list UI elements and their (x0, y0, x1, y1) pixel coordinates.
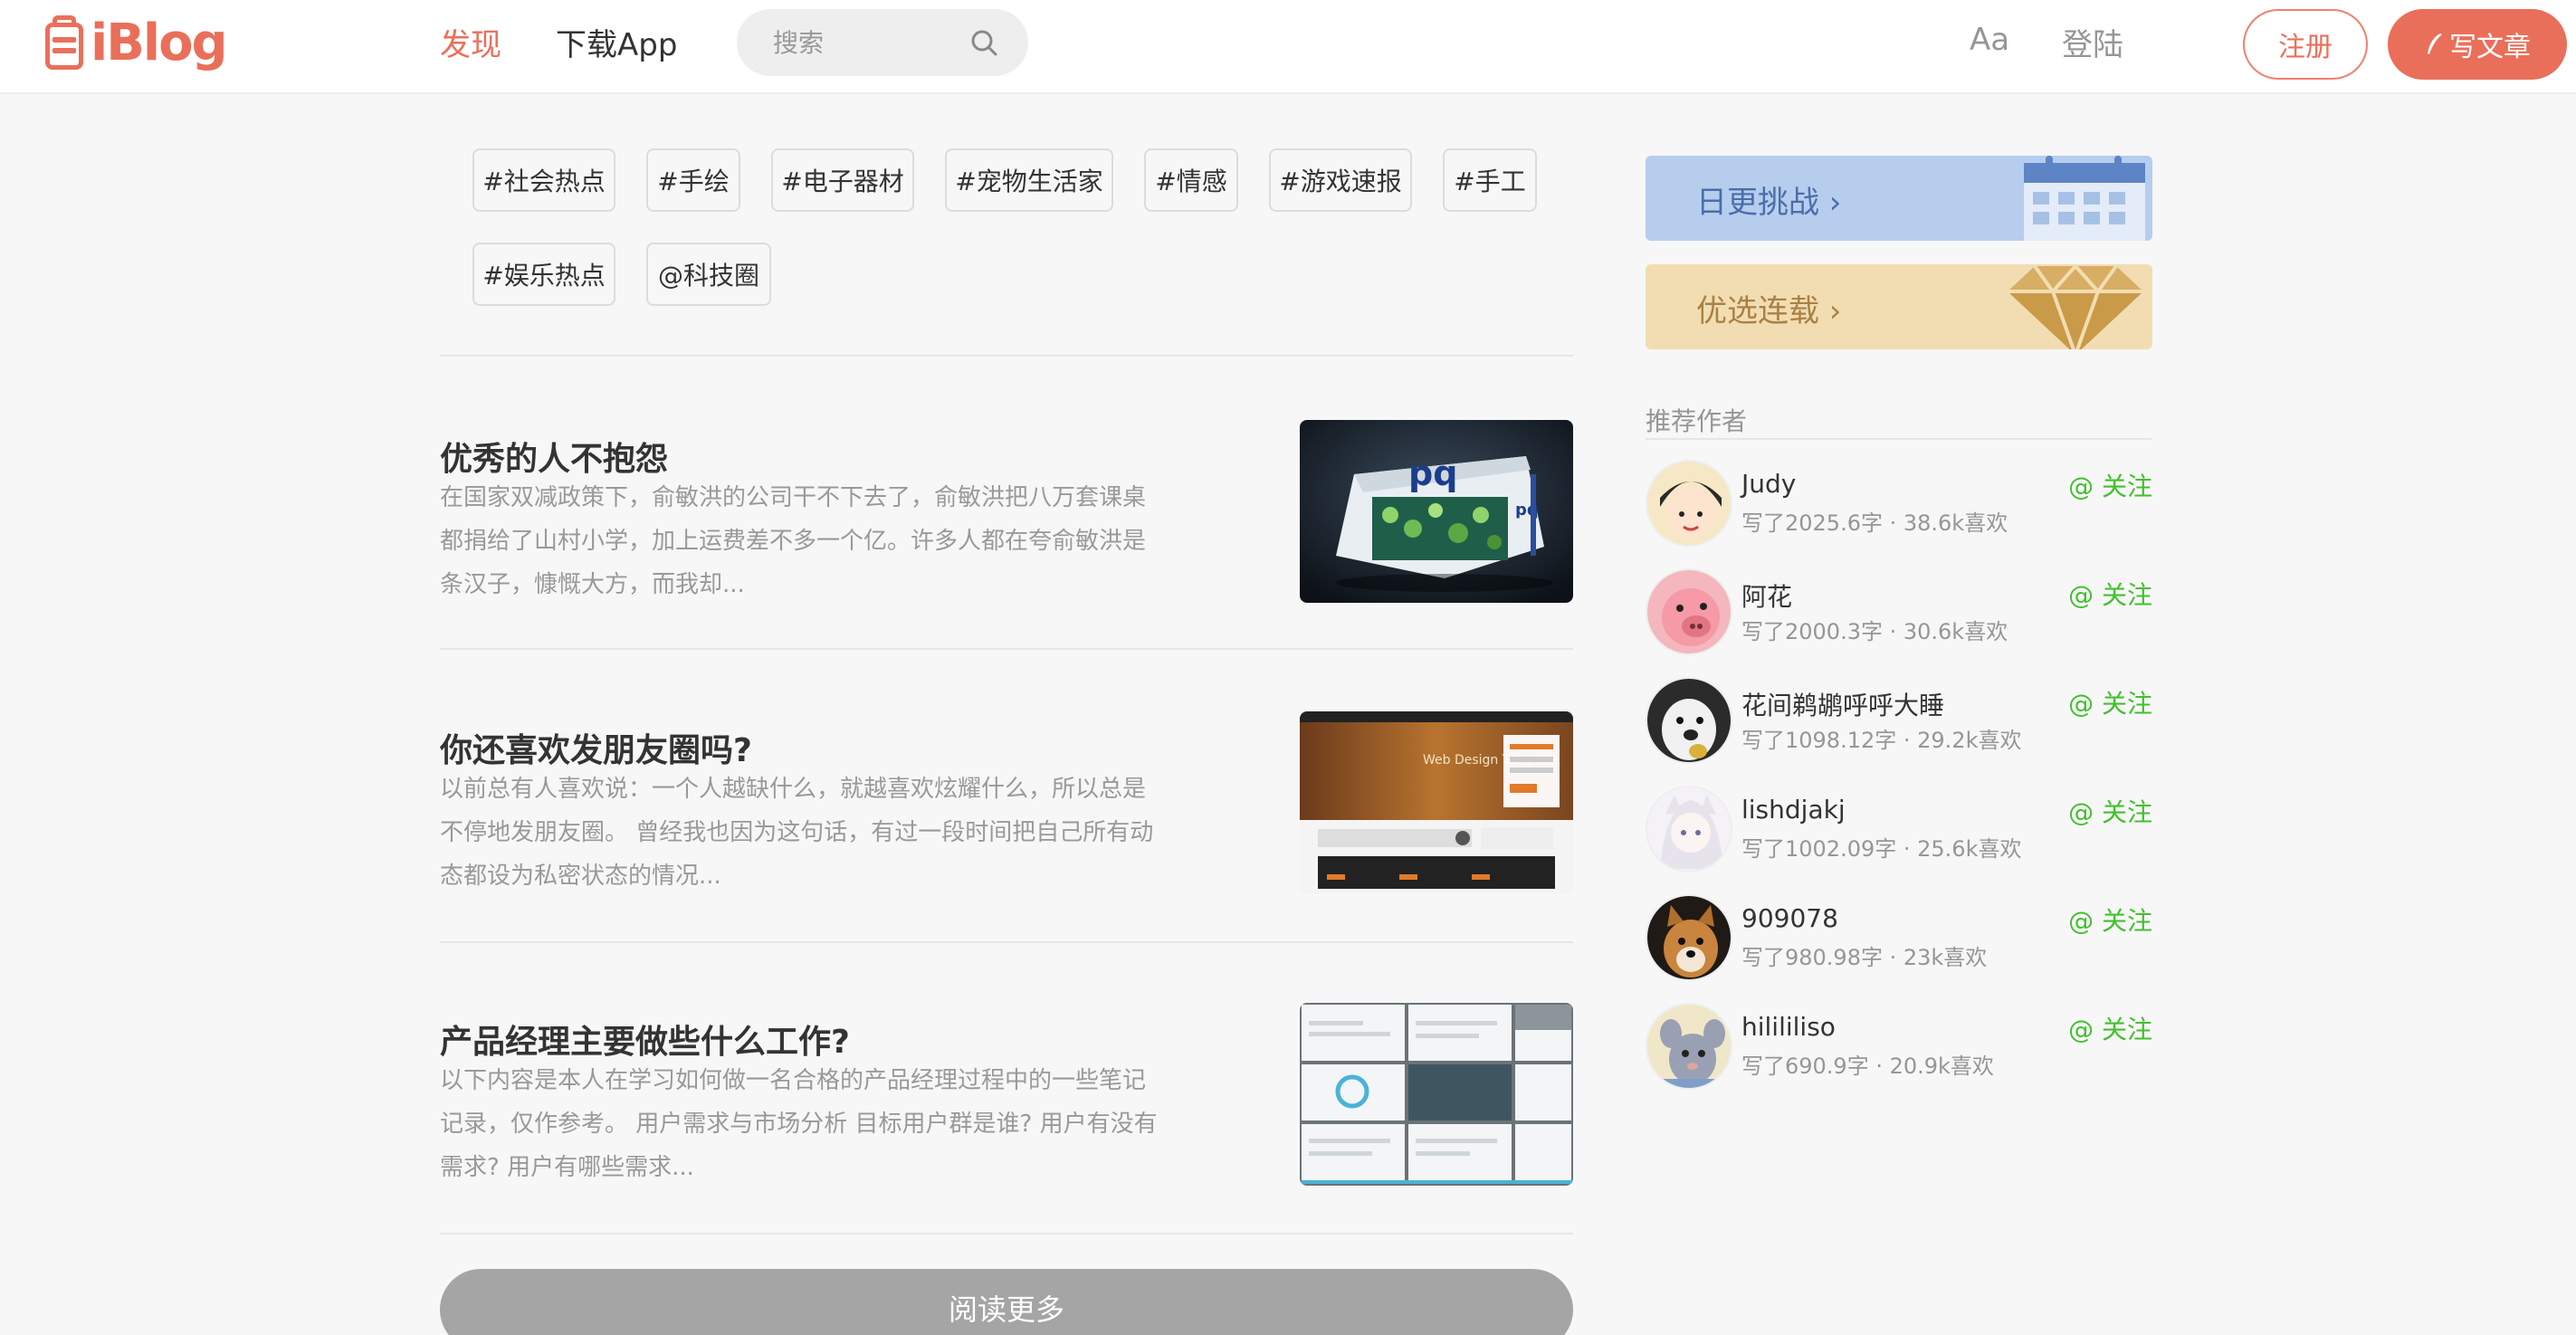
article-item[interactable]: 优秀的人不抱怨 在国家双减政策下，俞敏洪的公司干不下去了，俞敏洪把八万套课桌都捐… (440, 420, 1573, 634)
author-item: 909078 写了980.98字 · 23k喜欢 @ 关注 (1646, 894, 2152, 981)
article-abstract: 在国家双减政策下，俞敏洪的公司干不下去了，俞敏洪把八万套课桌都捐给了山村小学，加… (440, 484, 1147, 598)
follow-button[interactable]: @ 关注 (2068, 1010, 2152, 1046)
nav-download-app-link[interactable]: 下载App (556, 20, 677, 64)
search-icon[interactable] (970, 29, 997, 56)
author-item: 花间鹈鹕呼呼大睡 写了1098.12字 · 29.2k喜欢 @ 关注 (1646, 677, 2152, 764)
avatar[interactable] (1646, 460, 1732, 547)
topic-tag[interactable]: #游戏速报 (1269, 148, 1412, 212)
divider (440, 1233, 1573, 1235)
logo[interactable]: iBlog (42, 11, 228, 74)
write-article-label: 写文章 (2449, 32, 2531, 63)
author-item: Judy 写了2025.6字 · 38.6k喜欢 @ 关注 (1646, 460, 2152, 547)
nav-discover-link[interactable]: 发现 (440, 20, 501, 64)
board-daily-label: 日更挑战 › (1696, 185, 1842, 221)
font-size-toggle[interactable]: Aa (1970, 22, 2009, 58)
logo-text: iBlog (91, 13, 228, 72)
topic-tag[interactable]: #娱乐热点 (472, 243, 615, 306)
article-thumbnail[interactable] (1300, 1003, 1573, 1186)
follow-button[interactable]: @ 关注 (2068, 684, 2152, 720)
top-navbar: iBlog 发现 下载App Aa 登陆 注册 写文章 (0, 0, 2576, 94)
article-thumbnail[interactable]: pq pq (1300, 420, 1573, 603)
diamond-icon (2008, 264, 2143, 349)
author-item: 阿花 写了2000.3字 · 30.6k喜欢 @ 关注 (1646, 568, 2152, 655)
avatar[interactable] (1646, 677, 1732, 764)
divider (1646, 438, 2152, 440)
divider (440, 648, 1573, 650)
topic-tag[interactable]: #手绘 (646, 148, 740, 212)
avatar[interactable] (1646, 786, 1732, 873)
author-name[interactable]: Judy (1741, 469, 1796, 499)
board-series-label: 优选连载 › (1696, 293, 1842, 329)
author-stats: 写了2025.6字 · 38.6k喜欢 (1741, 510, 2008, 536)
register-button[interactable]: 注册 (2243, 9, 2368, 80)
divider (440, 355, 1573, 357)
write-article-button[interactable]: 写文章 (2388, 9, 2567, 80)
recommended-authors-title: 推荐作者 (1646, 406, 1748, 436)
author-stats: 写了1098.12字 · 29.2k喜欢 (1741, 728, 2022, 753)
author-item: lishdjakj 写了1002.09字 · 25.6k喜欢 @ 关注 (1646, 786, 2152, 873)
avatar[interactable] (1646, 1003, 1732, 1090)
author-name[interactable]: lishdjakj (1741, 795, 1846, 825)
board-featured-series[interactable]: 优选连载 › (1646, 264, 2152, 349)
divider (440, 941, 1573, 943)
follow-button[interactable]: @ 关注 (2068, 793, 2152, 829)
topic-tag[interactable]: #手工 (1443, 148, 1537, 212)
author-name[interactable]: 阿花 (1741, 577, 1792, 614)
article-abstract: 以前总有人喜欢说：一个人越缺什么，就越喜欢炫耀什么，所以总是不停地发朋友圈。 曾… (440, 776, 1154, 890)
article-title[interactable]: 你还喜欢发朋友圈吗? (440, 724, 752, 771)
topic-tag[interactable]: #电子器材 (771, 148, 914, 212)
author-stats: 写了1002.09字 · 25.6k喜欢 (1741, 836, 2022, 862)
author-name[interactable]: hilililiso (1741, 1012, 1836, 1042)
feather-pen-icon (2428, 33, 2442, 54)
topic-tag[interactable]: #宠物生活家 (945, 148, 1113, 212)
author-stats: 写了2000.3字 · 30.6k喜欢 (1741, 619, 2008, 644)
article-thumbnail[interactable]: Web Design Template (1300, 711, 1573, 894)
author-stats: 写了690.9字 · 20.9k喜欢 (1741, 1054, 1994, 1079)
read-more-button[interactable]: 阅读更多 (440, 1269, 1573, 1335)
follow-button[interactable]: @ 关注 (2068, 467, 2152, 503)
follow-button[interactable]: @ 关注 (2068, 576, 2152, 612)
topic-tag[interactable]: #情感 (1144, 148, 1238, 212)
topic-tag[interactable]: @科技圈 (646, 243, 771, 306)
search-input[interactable] (773, 9, 954, 76)
follow-button[interactable]: @ 关注 (2068, 901, 2152, 938)
svg-text:pq: pq (1408, 453, 1457, 493)
prototype-screens-image (1300, 1003, 1573, 1186)
logo-icon (42, 14, 87, 72)
article-item[interactable]: 你还喜欢发朋友圈吗? 以前总有人喜欢说：一个人越缺什么，就越喜欢炫耀什么，所以总… (440, 711, 1573, 925)
author-stats: 写了980.98字 · 23k喜欢 (1741, 945, 1988, 970)
board-daily-challenge[interactable]: 日更挑战 › (1646, 156, 2152, 241)
calendar-icon (2024, 156, 2145, 241)
article-title[interactable]: 产品经理主要做些什么工作? (440, 1016, 850, 1063)
author-name[interactable]: 909078 (1741, 903, 1838, 933)
login-link[interactable]: 登陆 (2062, 20, 2123, 64)
article-item[interactable]: 产品经理主要做些什么工作? 以下内容是本人在学习如何做一名合格的产品经理过程中的… (440, 1003, 1573, 1216)
avatar[interactable] (1646, 894, 1732, 981)
author-item: hilililiso 写了690.9字 · 20.9k喜欢 @ 关注 (1646, 1003, 2152, 1090)
article-abstract: 以下内容是本人在学习如何做一名合格的产品经理过程中的一些笔记记录，仅作参考。 用… (440, 1067, 1158, 1181)
web-design-template-image: Web Design Template (1300, 711, 1573, 894)
avatar[interactable] (1646, 568, 1732, 655)
topic-tag[interactable]: #社会热点 (472, 148, 615, 212)
author-name[interactable]: 花间鹈鹕呼呼大睡 (1741, 686, 1944, 722)
search-box (737, 9, 1028, 76)
article-title[interactable]: 优秀的人不抱怨 (440, 433, 668, 480)
exhibition-booth-image: pq pq (1300, 420, 1573, 603)
